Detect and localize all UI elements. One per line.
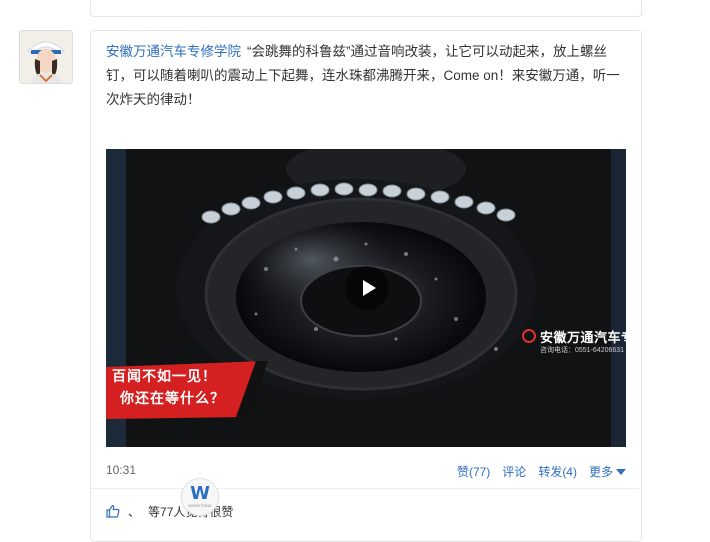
previous-post-card [90,0,642,17]
post-time[interactable]: 10:31 [106,463,136,477]
avatar-image [20,31,72,83]
watermark-subtitle: 咨询电话：0551-64206631 [540,347,625,354]
watermark-logo-icon [522,329,536,343]
watermark-title: 安徽万通汽车专修学院 [540,330,626,345]
floating-site-logo[interactable]: W WORKTONE [181,478,219,516]
logo-letter: W [190,483,210,504]
author-avatar[interactable] [19,30,73,84]
footer-divider [91,488,639,489]
comment-button[interactable]: 评论 [502,463,526,480]
video-promo-banner: 百闻不如一见！ 你还在等什么？ [106,360,254,418]
thumbs-up-icon[interactable] [106,504,120,518]
promo-line-1: 百闻不如一见！ [112,368,217,384]
play-button[interactable] [345,266,389,310]
video-watermark: 安徽万通汽车专修学院 咨询电话：0551-64206631 [518,327,626,361]
more-label: 更多 [588,465,613,479]
more-button[interactable]: 更多 [589,463,626,480]
play-icon [362,280,376,296]
logo-subtext: WORKTONE [188,503,212,508]
author-name-link[interactable]: 安徽万通汽车专修学院 [106,44,241,59]
repost-button[interactable]: 转发(4) [538,463,577,480]
like-button[interactable]: 赞(77) [457,463,490,480]
likes-separator: 、 [128,504,141,519]
chevron-down-icon [616,469,626,475]
post-footer: 10:31 赞(77) 评论 转发(4) 更多 [106,463,626,479]
promo-line-2: 你还在等什么？ [120,390,225,406]
post-actions: 赞(77) 评论 转发(4) 更多 [457,463,626,480]
post-content: 安徽万通汽车专修学院 “会跳舞的科鲁兹”通过音响改装，让它可以动起来，放上螺丝钉，… [106,40,626,112]
